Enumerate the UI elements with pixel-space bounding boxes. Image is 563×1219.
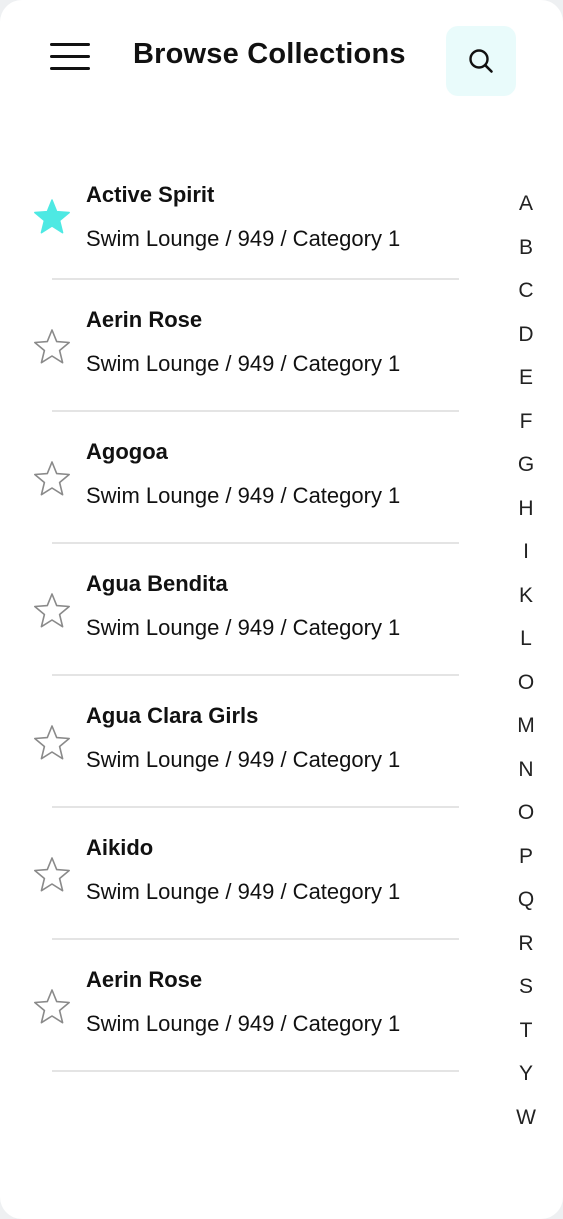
alphabet-index-letter[interactable]: E — [505, 356, 547, 400]
star-outline-icon[interactable] — [32, 987, 72, 1027]
collection-meta: Swim Lounge / 949 / Category 1 — [86, 879, 401, 904]
collection-row[interactable]: Aerin Rose Swim Lounge / 949 / Category 1 — [0, 280, 470, 412]
alphabet-index-letter[interactable]: P — [505, 835, 547, 879]
collection-name: Agua Clara Girls — [86, 703, 259, 728]
alphabet-index-letter[interactable]: F — [505, 400, 547, 444]
alphabet-index-letter[interactable]: G — [505, 443, 547, 487]
search-button[interactable] — [446, 26, 516, 96]
star-outline-icon[interactable] — [32, 591, 72, 631]
alphabet-index-letter[interactable]: C — [505, 269, 547, 313]
alphabet-index-letter[interactable]: T — [505, 1009, 547, 1053]
alphabet-index-letter[interactable]: B — [505, 226, 547, 270]
collection-name: Aerin Rose — [86, 307, 203, 332]
alphabet-index-letter[interactable]: R — [505, 922, 547, 966]
alphabet-index-letter[interactable]: A — [505, 182, 547, 226]
alphabet-index[interactable]: ABCDEFGHIKLOMNOPQRSTYW — [505, 182, 547, 1139]
collection-name: Aerin Rose — [86, 967, 203, 992]
collection-meta: Swim Lounge / 949 / Category 1 — [86, 351, 401, 376]
alphabet-index-letter[interactable]: Y — [505, 1052, 547, 1096]
alphabet-index-letter[interactable]: K — [505, 574, 547, 618]
page-title: Browse Collections — [133, 38, 406, 70]
search-icon — [469, 49, 493, 73]
collection-row[interactable]: Agogoa Swim Lounge / 949 / Category 1 — [0, 412, 470, 544]
collection-name: Active Spirit — [86, 182, 215, 207]
collection-name: Aikido — [86, 835, 154, 860]
collection-meta: Swim Lounge / 949 / Category 1 — [86, 1011, 401, 1036]
menu-line — [50, 55, 90, 58]
alphabet-index-letter[interactable]: O — [505, 791, 547, 835]
menu-line — [50, 67, 90, 70]
alphabet-index-letter[interactable]: L — [505, 617, 547, 661]
collection-row[interactable]: Aikido Swim Lounge / 949 / Category 1 — [0, 808, 470, 940]
row-divider — [52, 1070, 459, 1072]
alphabet-index-letter[interactable]: N — [505, 748, 547, 792]
star-outline-icon[interactable] — [32, 327, 72, 367]
collection-meta: Swim Lounge / 949 / Category 1 — [86, 226, 401, 251]
collection-meta: Swim Lounge / 949 / Category 1 — [86, 615, 401, 640]
alphabet-index-letter[interactable]: H — [505, 487, 547, 531]
menu-line — [50, 43, 90, 46]
star-outline-icon[interactable] — [32, 855, 72, 895]
hamburger-menu-icon[interactable] — [50, 40, 92, 74]
alphabet-index-letter[interactable]: D — [505, 313, 547, 357]
collection-row[interactable]: Aerin Rose Swim Lounge / 949 / Category 1 — [0, 940, 470, 1072]
collection-row[interactable]: Agua Clara Girls Swim Lounge / 949 / Cate… — [0, 676, 470, 808]
collection-list: Active Spirit Swim Lounge / 949 / Categor… — [0, 160, 470, 1072]
collection-row[interactable]: Agua Bendita Swim Lounge / 949 / Category… — [0, 544, 470, 676]
alphabet-index-letter[interactable]: S — [505, 965, 547, 1009]
alphabet-index-letter[interactable]: Q — [505, 878, 547, 922]
collection-meta: Swim Lounge / 949 / Category 1 — [86, 747, 401, 772]
star-outline-icon[interactable] — [32, 459, 72, 499]
alphabet-index-letter[interactable]: O — [505, 661, 547, 705]
alphabet-index-letter[interactable]: M — [505, 704, 547, 748]
browse-collections-screen: Browse Collections Active Spirit Swim Lou… — [0, 0, 563, 1219]
alphabet-index-letter[interactable]: W — [505, 1096, 547, 1140]
star-filled-icon[interactable] — [32, 197, 72, 237]
collection-row[interactable]: Active Spirit Swim Lounge / 949 / Categor… — [0, 160, 470, 280]
star-outline-icon[interactable] — [32, 723, 72, 763]
collection-meta: Swim Lounge / 949 / Category 1 — [86, 483, 401, 508]
collection-name: Agua Bendita — [86, 571, 228, 596]
collection-name: Agogoa — [86, 439, 168, 464]
alphabet-index-letter[interactable]: I — [505, 530, 547, 574]
